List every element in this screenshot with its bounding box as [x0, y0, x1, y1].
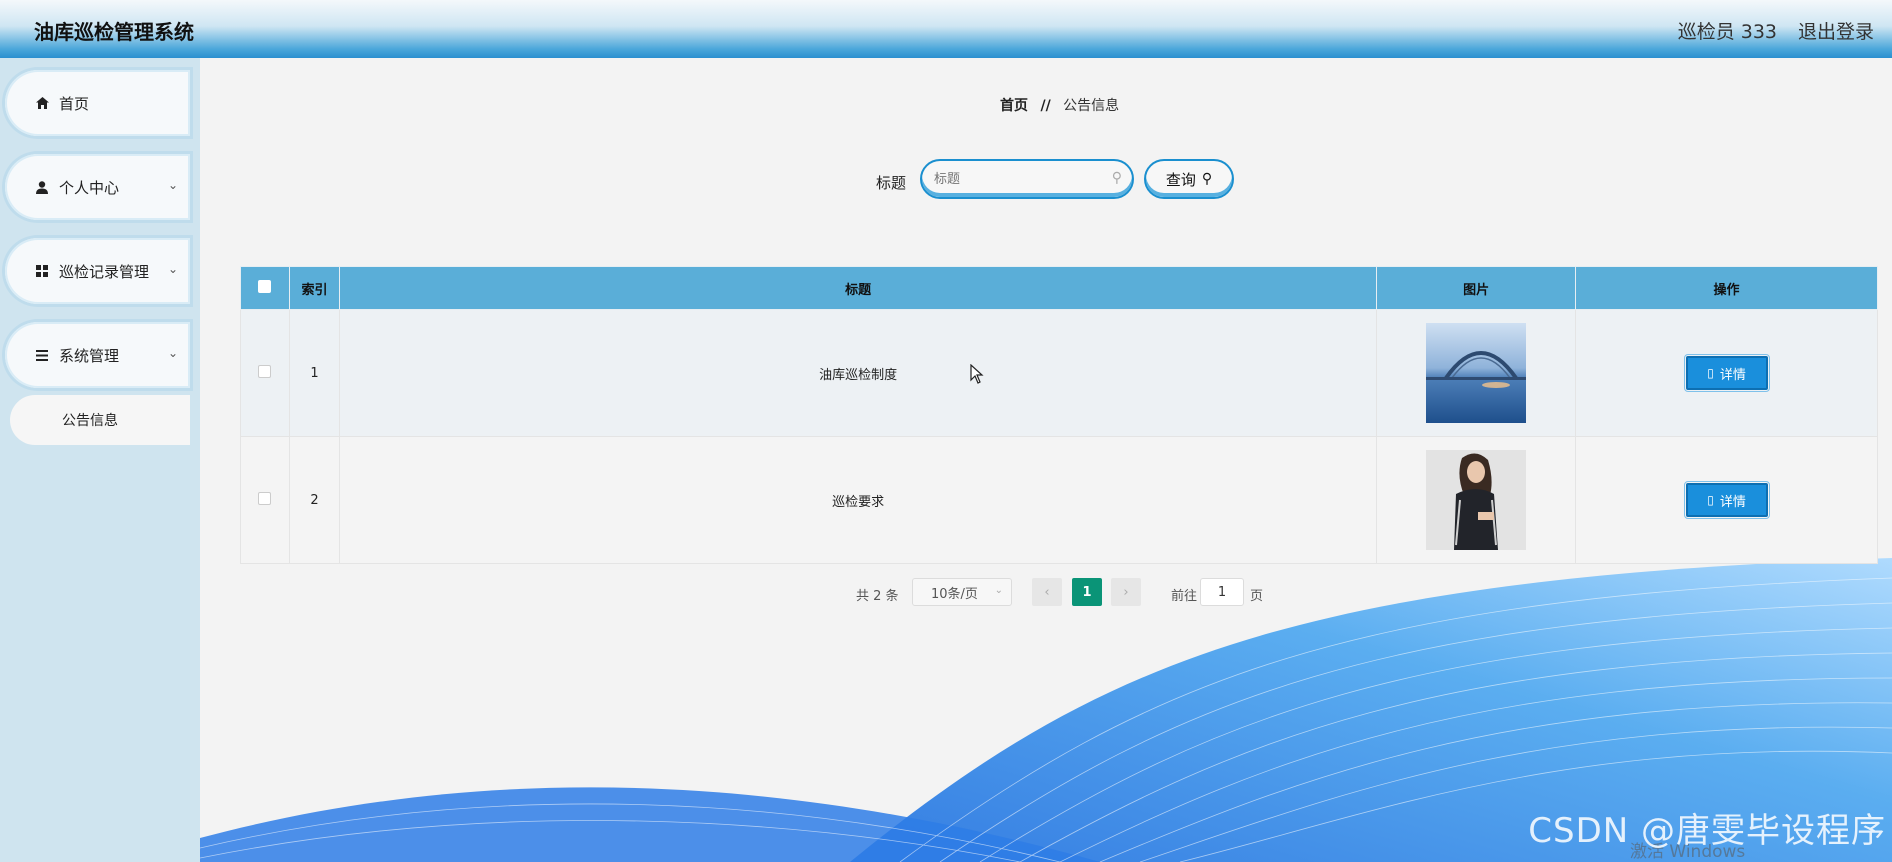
page-number-current[interactable]: 1	[1072, 578, 1102, 606]
current-user: 巡检员 333	[1677, 21, 1777, 43]
row-title: 油库巡检制度	[338, 309, 1378, 437]
sidebar-item-label: 首页	[59, 94, 90, 113]
sidebar-item-label: 巡检记录管理	[59, 262, 150, 281]
detail-button[interactable]: ▯ 详情	[1683, 354, 1770, 392]
document-icon: ▯	[1707, 493, 1714, 507]
chevron-down-icon: ⌄	[167, 262, 178, 276]
column-header-image: 图片	[1376, 266, 1577, 310]
row-checkbox[interactable]	[258, 364, 272, 378]
chevron-left-icon: ‹	[1044, 584, 1050, 600]
total-count: 共 2 条	[856, 589, 899, 604]
chevron-down-icon: ⌄	[167, 178, 178, 192]
goto-suffix: 页	[1250, 589, 1264, 604]
search-label: 标题	[876, 174, 907, 192]
table-row: 1 油库巡检制度 ▯ 详情	[240, 309, 1878, 437]
goto-label: 前往	[1171, 589, 1198, 604]
query-button-label: 查询	[1165, 170, 1196, 189]
sidebar-item-home[interactable]: 首页	[5, 70, 190, 136]
search-icon: ⚲	[1111, 170, 1122, 186]
page-size-select[interactable]: 10条/页 ⌄	[912, 578, 1012, 606]
app-title: 油库巡检管理系统	[34, 20, 194, 44]
row-image-cell	[1376, 309, 1577, 437]
goto-page-input[interactable]	[1200, 578, 1244, 606]
select-all-checkbox[interactable]	[258, 279, 272, 293]
sidebar: 首页 个人中心 ⌄ 巡检记录管理 ⌄ 系统管理 ⌄ 公告信息	[0, 58, 200, 862]
row-index: 1	[288, 309, 340, 437]
query-button[interactable]: 查询 ⚲	[1144, 159, 1234, 199]
breadcrumb-separator: //	[1040, 98, 1051, 114]
next-page-button[interactable]: ›	[1111, 578, 1141, 606]
main-content: 首页 // 公告信息 标题 ⚲ 查询 ⚲ 索引 标题 图片 操作 1 油库巡检制…	[200, 58, 1892, 862]
top-header: 油库巡检管理系统 巡检员 333 退出登录	[0, 0, 1892, 58]
prev-page-button[interactable]: ‹	[1032, 578, 1062, 606]
home-icon	[33, 97, 51, 109]
sidebar-item-label: 个人中心	[59, 178, 120, 197]
detail-button[interactable]: ▯ 详情	[1683, 481, 1770, 519]
sidebar-item-inspection-records[interactable]: 巡检记录管理 ⌄	[5, 238, 190, 304]
search-input[interactable]	[934, 169, 1104, 189]
table-header-row: 索引 标题 图片 操作	[240, 266, 1878, 310]
pagination: 共 2 条 10条/页 ⌄ ‹ 1 › 前往 页	[200, 578, 1892, 608]
select-all-cell	[240, 266, 290, 310]
mouse-cursor-icon	[970, 364, 984, 384]
row-index: 2	[288, 436, 340, 564]
user-icon	[33, 180, 51, 194]
grid-icon	[33, 265, 51, 277]
search-icon: ⚲	[1201, 171, 1213, 187]
table-row: 2 巡检要求 ▯ 详情	[240, 436, 1878, 564]
column-header-actions: 操作	[1575, 266, 1878, 310]
announcement-table: 索引 标题 图片 操作 1 油库巡检制度 ▯ 详情 2 巡检要求 ▯ 详情	[240, 266, 1878, 564]
detail-button-label: 详情	[1719, 494, 1746, 510]
breadcrumb-current: 公告信息	[1063, 98, 1120, 114]
sidebar-item-personal-center[interactable]: 个人中心 ⌄	[5, 154, 190, 220]
chevron-down-icon: ⌄	[167, 346, 178, 360]
row-select-cell	[240, 309, 290, 437]
row-actions-cell: ▯ 详情	[1575, 309, 1878, 437]
csdn-watermark: CSDN @唐雯毕设程序	[1528, 811, 1886, 851]
breadcrumb: 首页 // 公告信息	[1000, 95, 1119, 115]
woman-photo	[1426, 450, 1527, 550]
bridge-photo	[1426, 323, 1527, 423]
column-header-index: 索引	[288, 266, 340, 310]
logout-link[interactable]: 退出登录	[1798, 17, 1874, 44]
row-select-cell	[240, 436, 290, 564]
row-checkbox[interactable]	[258, 491, 272, 505]
sidebar-item-label: 系统管理	[59, 346, 120, 365]
detail-button-label: 详情	[1719, 367, 1746, 383]
list-icon	[33, 349, 51, 361]
chevron-down-icon: ⌄	[994, 585, 1003, 596]
row-image-cell	[1376, 436, 1577, 564]
column-header-title: 标题	[338, 266, 1378, 310]
sidebar-subitem-announcements[interactable]: 公告信息	[10, 395, 190, 445]
page-size-value: 10条/页	[931, 586, 978, 602]
breadcrumb-home[interactable]: 首页	[1000, 98, 1028, 114]
sidebar-item-system-management[interactable]: 系统管理 ⌄	[5, 322, 190, 388]
row-title: 巡检要求	[338, 436, 1378, 564]
document-icon: ▯	[1707, 366, 1714, 380]
chevron-right-icon: ›	[1123, 584, 1129, 600]
search-field[interactable]: ⚲	[920, 159, 1134, 199]
row-actions-cell: ▯ 详情	[1575, 436, 1878, 564]
